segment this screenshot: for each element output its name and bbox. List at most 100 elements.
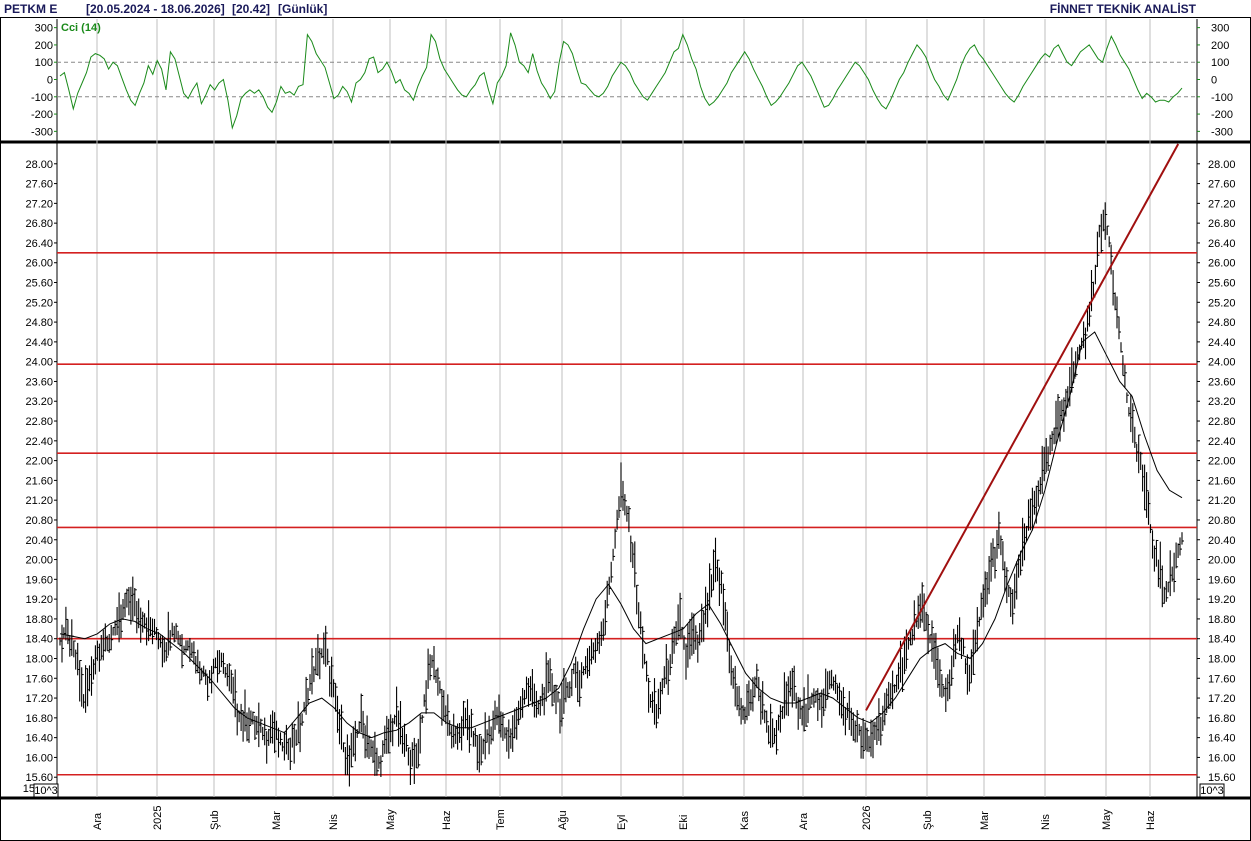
- x-tick-label: Kas: [739, 811, 751, 830]
- price-y-tick-right: 20.80: [1208, 515, 1236, 527]
- price-y-tick-right: 28.00: [1208, 159, 1236, 171]
- price-y-tick-right: 26.00: [1208, 258, 1236, 270]
- x-tick-label: Eki: [678, 815, 690, 830]
- price-y-tick-left: 23.60: [25, 376, 53, 388]
- price-y-tick-left: 22.80: [25, 416, 53, 428]
- cci-y-tick-left: -200: [31, 109, 53, 121]
- price-y-tick-right: 22.00: [1208, 456, 1236, 468]
- price-y-tick-right: 25.20: [1208, 297, 1236, 309]
- cci-title: Cci (14): [61, 22, 101, 34]
- price-y-tick-right: 18.40: [1208, 634, 1236, 646]
- cci-y-tick-right: 0: [1211, 75, 1217, 87]
- price-y-tick-right: 16.80: [1208, 713, 1236, 725]
- cci-y-tick-left: 300: [35, 23, 53, 35]
- price-y-tick-right: 26.40: [1208, 238, 1236, 250]
- cci-y-tick-right: -300: [1211, 126, 1233, 138]
- price-y-tick-right: 21.20: [1208, 495, 1236, 507]
- price-y-tick-right: 18.80: [1208, 614, 1236, 626]
- x-tick-label: Mar: [979, 811, 991, 830]
- price-y-tick-left: 27.60: [25, 179, 53, 191]
- price-y-tick-right: 19.20: [1208, 594, 1236, 606]
- price-y-tick-right: 24.00: [1208, 357, 1236, 369]
- price-y-tick-left: 24.00: [25, 357, 53, 369]
- price-y-tick-right: 17.60: [1208, 673, 1236, 685]
- price-y-tick-left: 25.60: [25, 278, 53, 290]
- cci-y-tick-left: -300: [31, 126, 53, 138]
- scale-badge: 10^3: [34, 785, 58, 797]
- chart-svg: Ara 2025 Şub Mar Nis May Haz Tem Ağu Eyl Eki Kas Ara…: [0, 17, 1251, 841]
- price-y-tick-left: 19.60: [25, 574, 53, 586]
- price-y-tick-left: 23.20: [25, 396, 53, 408]
- price-y-tick-left: 20.80: [25, 515, 53, 527]
- cci-y-tick-left: -100: [31, 92, 53, 104]
- price-y-tick-left: 26.40: [25, 238, 53, 250]
- scale-badge: 10^3: [1200, 785, 1224, 797]
- price-y-tick-left: 21.20: [25, 495, 53, 507]
- price-y-tick-left: 18.80: [25, 614, 53, 626]
- price-y-tick-left: 24.80: [25, 317, 53, 329]
- trend-line: [865, 143, 1180, 711]
- price-y-tick-right: 22.80: [1208, 416, 1236, 428]
- price-y-tick-right: 18.00: [1208, 653, 1236, 665]
- price-y-tick-left: 20.00: [25, 555, 53, 567]
- chart-window: PETKM E [20.05.2024 - 18.06.2026] [20.42…: [0, 0, 1251, 841]
- price-y-tick-left: 22.00: [25, 456, 53, 468]
- x-tick-label: Haz: [441, 810, 453, 830]
- price-y-tick-left: 26.00: [25, 258, 53, 270]
- x-tick-label: May: [1101, 809, 1113, 830]
- cci-y-tick-right: -200: [1211, 109, 1233, 121]
- price-y-tick-left: 17.20: [25, 693, 53, 705]
- chart-panes: Ara 2025 Şub Mar Nis May Haz Tem Ağu Eyl Eki Kas Ara…: [0, 17, 1251, 841]
- price-y-tick-left: 27.20: [25, 198, 53, 210]
- price-y-tick-left: 16.40: [25, 733, 53, 745]
- x-tick-label: 2025: [152, 806, 164, 830]
- cci-y-tick-right: -100: [1211, 92, 1233, 104]
- price-y-tick-left: 26.80: [25, 218, 53, 230]
- price-y-tick-right: 24.40: [1208, 337, 1236, 349]
- price-y-tick-left: 24.40: [25, 337, 53, 349]
- x-tick-label: Ağu: [557, 810, 569, 830]
- x-tick-label: 2026: [861, 806, 873, 830]
- price-y-tick-left: 22.40: [25, 436, 53, 448]
- cci-y-tick-left: 100: [35, 57, 53, 69]
- price-y-tick-left: 25.20: [25, 297, 53, 309]
- cci-y-tick-right: 100: [1211, 57, 1229, 69]
- price-y-tick-right: 24.80: [1208, 317, 1236, 329]
- price-y-tick-left: 19.20: [25, 594, 53, 606]
- price-y-tick-right: 20.00: [1208, 555, 1236, 567]
- price-y-tick-right: 21.60: [1208, 475, 1236, 487]
- price-y-tick-left: 28.00: [25, 159, 53, 171]
- cci-y-tick-right: 300: [1211, 23, 1229, 35]
- cci-y-tick-right: 200: [1211, 40, 1229, 52]
- price-y-tick-right: 22.40: [1208, 436, 1236, 448]
- price-y-tick-right: 26.80: [1208, 218, 1236, 230]
- x-tick-label: Şub: [209, 810, 221, 830]
- price-y-tick-left: 20.40: [25, 535, 53, 547]
- price-y-tick-right: 17.20: [1208, 693, 1236, 705]
- price-y-tick-right: 25.60: [1208, 278, 1236, 290]
- x-tick-label: Ara: [798, 812, 810, 830]
- price-y-tick-left: 21.60: [25, 475, 53, 487]
- x-tick-label: Nis: [328, 814, 340, 830]
- price-y-tick-right: 27.20: [1208, 198, 1236, 210]
- price-y-tick-right: 16.00: [1208, 752, 1236, 764]
- cci-y-tick-left: 0: [47, 75, 53, 87]
- price-y-tick-left: 16.00: [25, 752, 53, 764]
- price-y-tick-right: 27.60: [1208, 179, 1236, 191]
- x-tick-label: Tem: [495, 809, 507, 830]
- cci-y-tick-left: 200: [35, 40, 53, 52]
- x-tick-label: Haz: [1145, 810, 1157, 830]
- x-tick-label: Eyl: [616, 815, 628, 830]
- x-tick-label: Mar: [271, 811, 283, 830]
- price-bars: [59, 202, 1184, 787]
- x-tick-label: Ara: [92, 812, 104, 830]
- price-y-tick-right: 16.40: [1208, 733, 1236, 745]
- price-y-tick-left: 17.60: [25, 673, 53, 685]
- price-y-tick-right: 20.40: [1208, 535, 1236, 547]
- price-y-tick-left: 18.40: [25, 634, 53, 646]
- price-y-tick-right: 19.60: [1208, 574, 1236, 586]
- price-y-tick-left: 16.80: [25, 713, 53, 725]
- price-y-tick-right: 15.60: [1208, 772, 1236, 784]
- x-tick-label: Nis: [1040, 814, 1052, 830]
- price-y-tick-left: 18.00: [25, 653, 53, 665]
